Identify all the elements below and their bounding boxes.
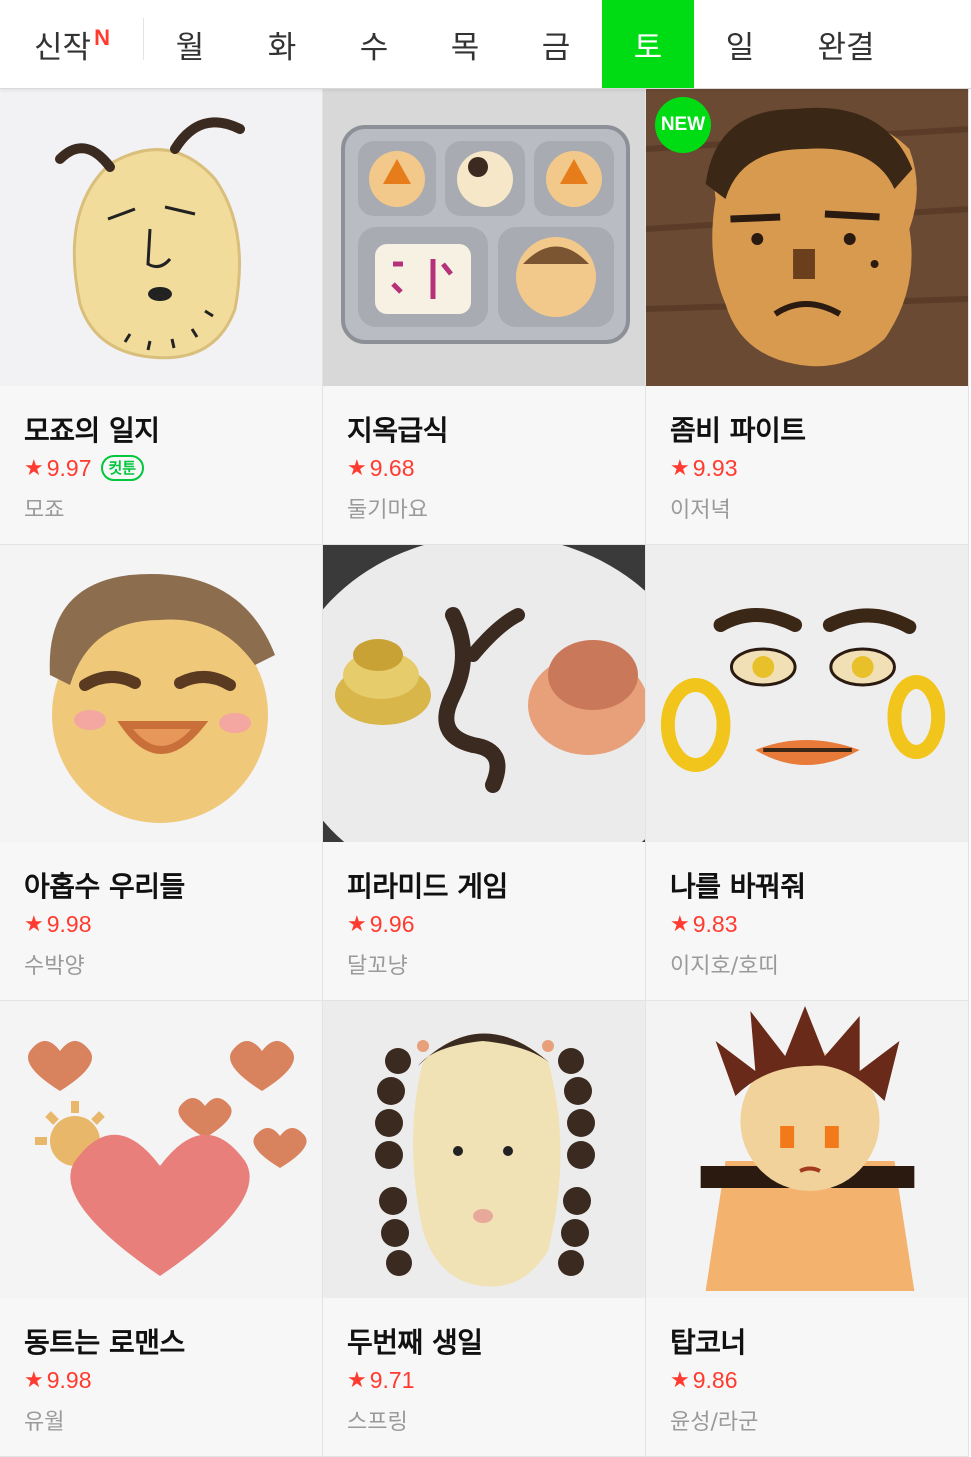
- tab-sat[interactable]: 토: [602, 0, 694, 88]
- webtoon-author: 윤성/라군: [670, 1410, 759, 1435]
- webtoon-author: 달꼬냥: [347, 954, 408, 979]
- new-badge: NEW: [655, 97, 711, 153]
- webtoon-rating: ★ 9.83: [670, 908, 958, 940]
- webtoon-rating: ★ 9.71: [347, 1364, 635, 1396]
- webtoon-rating: ★ 9.98: [24, 908, 312, 940]
- webtoon-author: 이지호/호띠: [670, 954, 779, 979]
- webtoon-title: 모죠의 일지: [24, 414, 160, 447]
- webtoon-card[interactable]: 두번째 생일 ★ 9.71 스프링: [323, 1001, 646, 1457]
- webtoon-rating: ★ 9.97 컷툰: [24, 452, 312, 484]
- star-icon: ★: [670, 455, 690, 480]
- webtoon-card[interactable]: 아홉수 우리들 ★ 9.98 수박양: [0, 545, 323, 1001]
- webtoon-title: 지옥급식: [347, 414, 449, 447]
- thumbnail-angry-face-cookie: NEW: [646, 89, 968, 386]
- webtoon-author: 둘기마요: [347, 498, 428, 523]
- webtoon-card[interactable]: 피라미드 게임 ★ 9.96 달꼬냥: [323, 545, 646, 1001]
- new-mark-icon: N: [94, 25, 110, 50]
- webtoon-title: 아홉수 우리들: [24, 870, 185, 903]
- star-icon: ★: [347, 455, 367, 480]
- star-icon: ★: [670, 1367, 690, 1392]
- day-tabs: 신작 N 월 화 수 목 금 토 일 완결: [0, 0, 971, 89]
- rating-value: 9.97: [46, 454, 92, 481]
- webtoon-title: 두번째 생일: [347, 1326, 483, 1359]
- star-icon: ★: [24, 911, 44, 936]
- webtoon-card[interactable]: 지옥급식 ★ 9.68 둘기마요: [323, 89, 646, 545]
- webtoon-title: 좀비 파이트: [670, 414, 806, 447]
- tab-sun[interactable]: 일: [694, 0, 786, 88]
- webtoon-title: 나를 바꿔줘: [670, 870, 806, 903]
- tab-mon[interactable]: 월: [144, 0, 236, 88]
- tab-wed[interactable]: 수: [328, 0, 420, 88]
- thumbnail-spiky-hair-cookie: [646, 1001, 968, 1298]
- star-icon: ★: [347, 911, 367, 936]
- webtoon-title: 동트는 로맨스: [24, 1326, 185, 1359]
- rating-value: 9.68: [369, 454, 415, 481]
- webtoon-rating: ★ 9.93: [670, 452, 958, 484]
- webtoon-card[interactable]: 나를 바꿔줘 ★ 9.83 이지호/호띠: [646, 545, 969, 1001]
- webtoon-author: 스프링: [347, 1410, 408, 1435]
- tab-completed[interactable]: 완결: [786, 0, 906, 88]
- tab-tue[interactable]: 화: [236, 0, 328, 88]
- webtoon-title: 탑코너: [670, 1326, 746, 1359]
- thumbnail-plate-cookies: [323, 545, 645, 842]
- thumbnail-face-parts-cookies: [646, 545, 968, 842]
- webtoon-card[interactable]: 모죠의 일지 ★ 9.97 컷툰 모죠: [0, 89, 323, 545]
- star-icon: ★: [347, 1367, 367, 1392]
- rating-value: 9.71: [369, 1366, 415, 1393]
- star-icon: ★: [24, 455, 44, 480]
- rating-value: 9.98: [46, 910, 92, 937]
- rating-value: 9.83: [692, 910, 738, 937]
- webtoon-rating: ★ 9.86: [670, 1364, 958, 1396]
- webtoon-author: 모죠: [24, 498, 65, 523]
- webtoon-author: 이저녁: [670, 498, 731, 523]
- thumbnail-braided-girl-cookie: [323, 1001, 645, 1298]
- webtoon-card[interactable]: 탑코너 ★ 9.86 윤성/라군: [646, 1001, 969, 1457]
- webtoon-rating: ★ 9.96: [347, 908, 635, 940]
- thumbnail-heart-cookies: [0, 1001, 322, 1298]
- rating-value: 9.93: [692, 454, 738, 481]
- rating-value: 9.98: [46, 1366, 92, 1393]
- webtoon-title: 피라미드 게임: [347, 870, 508, 903]
- webtoon-rating: ★ 9.98: [24, 1364, 312, 1396]
- tab-thu[interactable]: 목: [420, 0, 510, 88]
- webtoon-card[interactable]: NEW 좀비 파이트 ★ 9.93 이저녁: [646, 89, 969, 545]
- webtoon-author: 수박양: [24, 954, 85, 979]
- tab-fri[interactable]: 금: [510, 0, 602, 88]
- rating-value: 9.86: [692, 1366, 738, 1393]
- webtoon-rating: ★ 9.68: [347, 452, 635, 484]
- rating-value: 9.96: [369, 910, 415, 937]
- tab-new[interactable]: 신작 N: [0, 0, 144, 88]
- tab-new-label: 신작: [34, 29, 92, 66]
- webtoon-card[interactable]: 동트는 로맨스 ★ 9.98 유월: [0, 1001, 323, 1457]
- thumbnail-lunch-tray-cookies: [323, 89, 645, 386]
- webtoon-author: 유월: [24, 1410, 65, 1435]
- thumbnail-potato-face-cookie: [0, 89, 322, 386]
- cuttoon-badge: 컷툰: [100, 455, 145, 481]
- star-icon: ★: [24, 1367, 44, 1392]
- star-icon: ★: [670, 911, 690, 936]
- thumbnail-smiling-boy-cookie: [0, 545, 322, 842]
